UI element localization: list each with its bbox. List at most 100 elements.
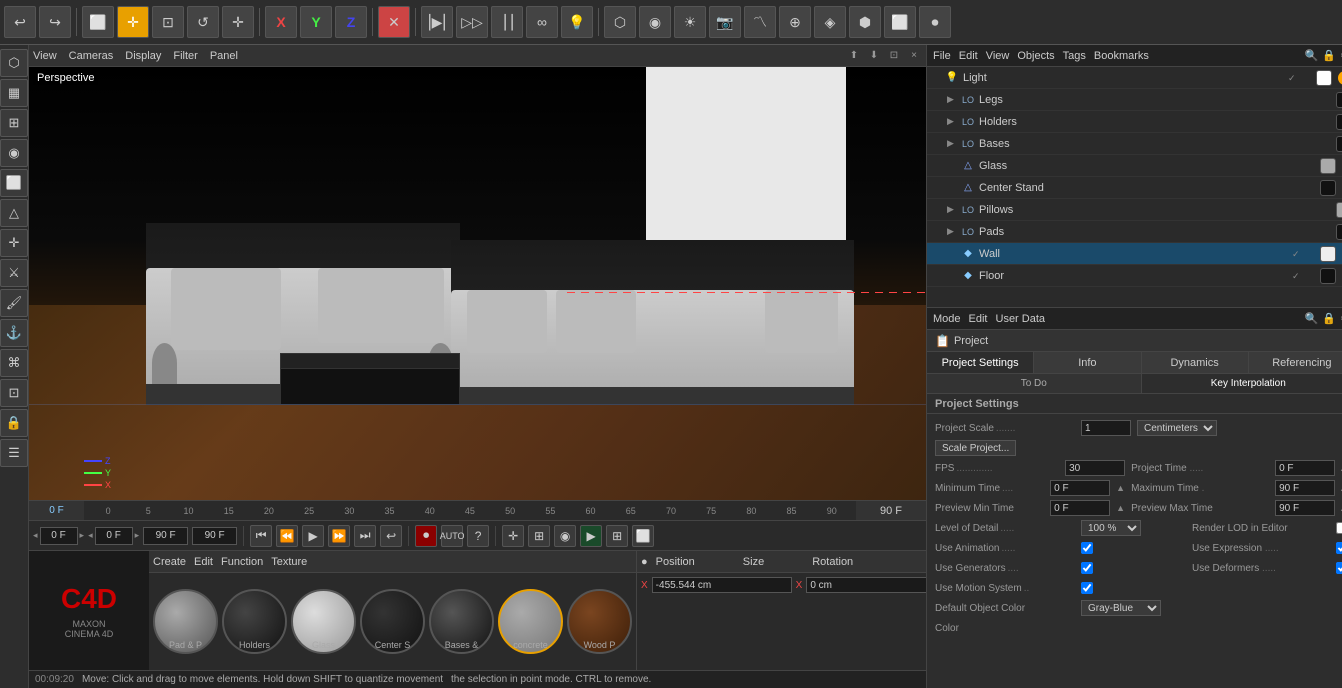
obj-holders[interactable]: ▶ LO Holders (927, 111, 1342, 133)
cameras-menu[interactable]: Cameras (69, 50, 114, 62)
preview-end-input[interactable] (192, 527, 237, 545)
goto-end-button[interactable]: ⏭ (354, 525, 376, 547)
undo-button[interactable]: ↩ (4, 6, 36, 38)
obj-bases[interactable]: ▶ LO Bases (927, 133, 1342, 155)
use-expression-checkbox[interactable] (1336, 542, 1342, 554)
sidebar-paint[interactable]: 🖌 (0, 289, 28, 317)
frame-up[interactable]: ▸ (80, 530, 85, 541)
tab2-todo[interactable]: To Do (927, 374, 1142, 393)
sidebar-checker[interactable]: ▦ (0, 79, 28, 107)
stop-button[interactable]: ✕ (378, 6, 410, 38)
motion-clip-button[interactable]: ✛ (502, 525, 524, 547)
prev-frame-button[interactable]: ⏪ (276, 525, 298, 547)
scale-button[interactable]: ⊡ (152, 6, 184, 38)
r-objects-menu[interactable]: Objects (1017, 50, 1054, 62)
filter-menu[interactable]: Filter (173, 50, 197, 62)
pre-frame-input[interactable] (95, 527, 133, 545)
material-swatch-6[interactable]: Wood P (567, 589, 632, 654)
timeline-markers[interactable]: 0 5 10 15 20 25 30 35 40 45 50 55 60 65 … (84, 506, 856, 516)
material-swatch-0[interactable]: Pad & P (153, 589, 218, 654)
frame-down[interactable]: ◂ (33, 530, 38, 541)
tab-referencing[interactable]: Referencing (1249, 352, 1342, 373)
field-button[interactable]: ◈ (814, 6, 846, 38)
view-menu[interactable]: View (33, 50, 57, 62)
tab-dynamics[interactable]: Dynamics (1142, 352, 1249, 373)
min-stepper[interactable]: ▲ (1116, 483, 1125, 493)
mat-texture-menu[interactable]: Texture (271, 556, 307, 568)
record-help-button[interactable]: ? (467, 525, 489, 547)
move-button[interactable]: ✛ (117, 6, 149, 38)
goto-start-button[interactable]: ⏮ (250, 525, 272, 547)
light3d-button[interactable]: ☀ (674, 6, 706, 38)
vctrl-maximize[interactable]: ⊡ (886, 48, 902, 64)
cube3d-button[interactable]: ⬡ (604, 6, 636, 38)
next-frame-button[interactable]: ⏩ (328, 525, 350, 547)
fullscreen-button[interactable]: ⬜ (632, 525, 654, 547)
obj-light[interactable]: 💡 Light ✓ (927, 67, 1342, 89)
search-icon[interactable]: 🔍 (1305, 49, 1319, 62)
obj-pads[interactable]: ▶ LO Pads (927, 221, 1342, 243)
material-swatch-5[interactable]: concrete (498, 589, 563, 654)
mat-create-menu[interactable]: Create (153, 556, 186, 568)
sidebar-move[interactable]: ✛ (0, 229, 28, 257)
camera-button[interactable]: 📷 (709, 6, 741, 38)
sidebar-sphere[interactable]: ◉ (0, 139, 28, 167)
x-axis-button[interactable]: X (265, 6, 297, 38)
mode-menu[interactable]: Mode (933, 313, 961, 325)
sidebar-box[interactable]: ⬜ (0, 169, 28, 197)
r-file-menu[interactable]: File (933, 50, 951, 62)
record-auto-button[interactable]: AUTO (441, 525, 463, 547)
preview-min-input[interactable] (1050, 500, 1110, 516)
mat-function-menu[interactable]: Function (221, 556, 263, 568)
end-frame-input[interactable] (143, 527, 188, 545)
display-menu[interactable]: Display (125, 50, 161, 62)
project-scale-unit-select[interactable]: Centimeters Meters Inches (1137, 420, 1217, 436)
min-time-input[interactable] (1050, 480, 1110, 496)
film3-button[interactable]: ⎥⎥ (491, 6, 523, 38)
use-motion-checkbox[interactable] (1081, 582, 1093, 594)
lock-icon[interactable]: 🔒 (1322, 49, 1336, 62)
vctrl-close[interactable]: × (906, 48, 922, 64)
render-lod-checkbox[interactable] (1336, 522, 1342, 534)
user-data-menu[interactable]: User Data (996, 313, 1046, 325)
sidebar-cone[interactable]: △ (0, 199, 28, 227)
pre-down[interactable]: ◂ (88, 530, 93, 541)
lod-select[interactable]: 100 % 75 % 50 % 25 % (1081, 520, 1141, 536)
screen-button[interactable]: ⬜ (884, 6, 916, 38)
effector-button[interactable]: ⊕ (779, 6, 811, 38)
default-color-select[interactable]: Gray-Blue Red Green Blue (1081, 600, 1161, 616)
tab2-key-interp[interactable]: Key Interpolation (1142, 374, 1342, 393)
motion-record-button[interactable]: ◉ (554, 525, 576, 547)
redo-button[interactable]: ↪ (39, 6, 71, 38)
tab-project-settings[interactable]: Project Settings (927, 352, 1034, 373)
obj-wall[interactable]: ◆ Wall ✓ (927, 243, 1342, 265)
obj-floor[interactable]: ◆ Floor ✓ (927, 265, 1342, 287)
use-generators-checkbox[interactable] (1081, 562, 1093, 574)
film1-button[interactable]: ⎥▶⎢ (421, 6, 453, 38)
preview-max-input[interactable] (1275, 500, 1335, 516)
record-button[interactable]: ⏺ (415, 525, 437, 547)
vctrl-down[interactable]: ⬇ (866, 48, 882, 64)
obj-center-stand[interactable]: △ Center Stand (927, 177, 1342, 199)
viewport-inner[interactable]: Z Y X Perspective (29, 67, 926, 500)
material-swatch-4[interactable]: Bases & (429, 589, 494, 654)
mode-lock-icon[interactable]: 🔒 (1322, 312, 1336, 325)
scale-project-button[interactable]: Scale Project... (935, 440, 1016, 456)
current-frame-input[interactable] (40, 527, 78, 545)
edit-menu[interactable]: Edit (969, 313, 988, 325)
sidebar-magnet[interactable]: ⌘ (0, 349, 28, 377)
r-edit-menu[interactable]: Edit (959, 50, 978, 62)
sidebar-grid[interactable]: ⊞ (0, 109, 28, 137)
rotate-button[interactable]: ↺ (187, 6, 219, 38)
material-swatch-3[interactable]: Center S (360, 589, 425, 654)
vctrl-up[interactable]: ⬆ (846, 48, 862, 64)
motion-clip2-button[interactable]: ⊞ (528, 525, 550, 547)
project-scale-input[interactable] (1081, 420, 1131, 436)
use-deformers-checkbox[interactable] (1336, 562, 1342, 574)
y-axis-button[interactable]: Y (300, 6, 332, 38)
film4-button[interactable]: ∞ (526, 6, 558, 38)
select-button[interactable]: ⬜ (82, 6, 114, 38)
material-swatch-2[interactable]: Glass (291, 589, 356, 654)
panel-menu[interactable]: Panel (210, 50, 238, 62)
sidebar-lock[interactable]: 🔒 (0, 409, 28, 437)
